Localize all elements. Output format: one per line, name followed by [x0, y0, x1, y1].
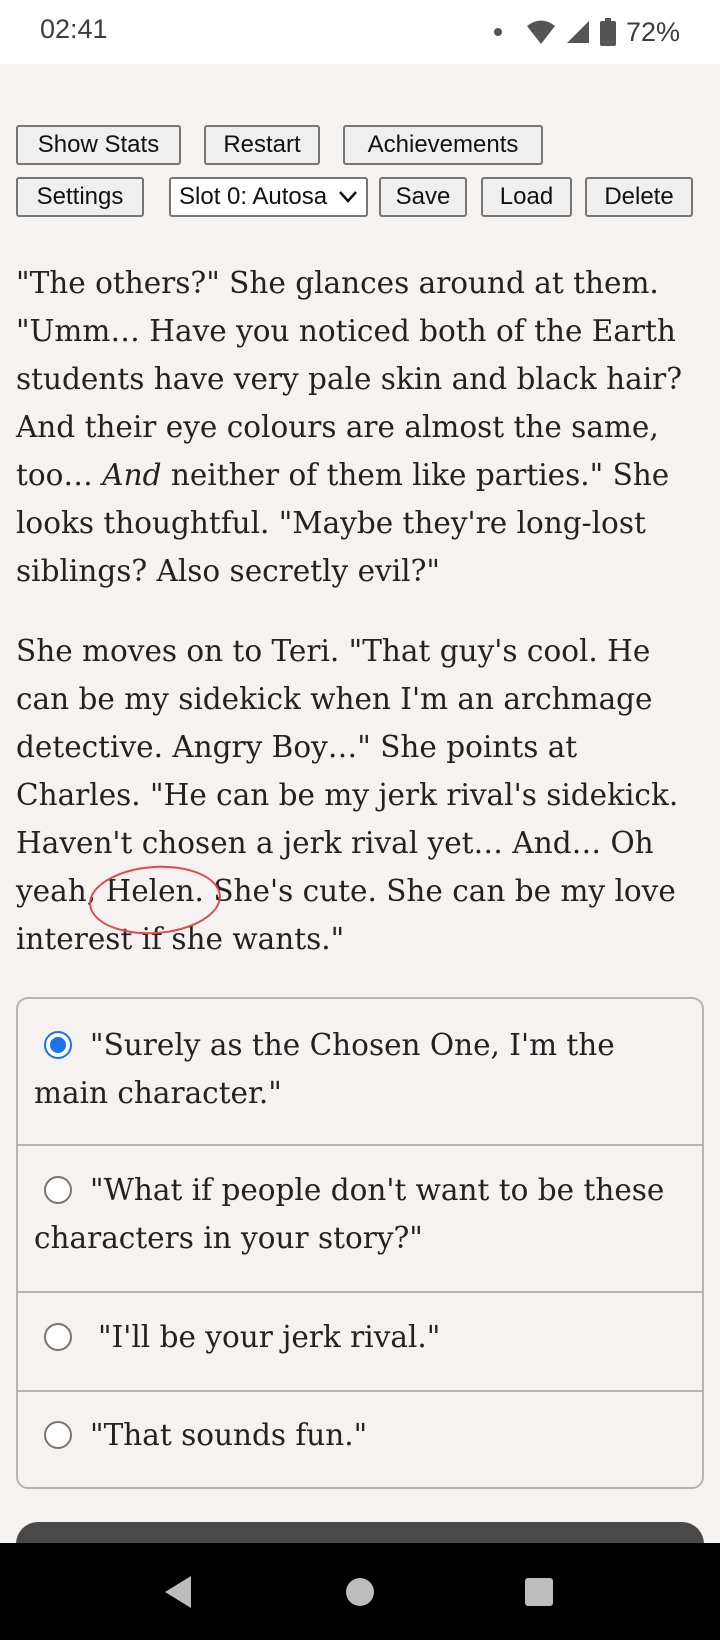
status-bar: 02:41 72%: [0, 0, 720, 64]
settings-button[interactable]: Settings: [16, 177, 144, 217]
highlighted-word: Helen.: [87, 861, 224, 939]
home-icon[interactable]: [345, 1577, 375, 1607]
navigation-bar: [0, 1543, 720, 1640]
restart-button[interactable]: Restart: [204, 125, 320, 165]
load-button[interactable]: Load: [481, 177, 572, 217]
choice-option[interactable]: "That sounds fun.": [18, 1392, 702, 1487]
chevron-down-icon: [339, 191, 357, 203]
story-text: She moves on to Teri. "That guy's cool. …: [16, 634, 679, 908]
choice-label: "Surely as the Chosen One, I'm the main …: [34, 1028, 615, 1110]
choice-label: "What if people don't want to be these c…: [34, 1173, 665, 1255]
choice-list: "Surely as the Chosen One, I'm the main …: [16, 997, 704, 1489]
signal-icon: [566, 21, 589, 43]
choice-option[interactable]: "I'll be your jerk rival.": [18, 1293, 702, 1392]
story-emphasis: And: [102, 458, 162, 492]
save-slot-value: Slot 0: Autosa: [179, 183, 328, 210]
battery-percent: 72%: [625, 16, 680, 47]
recents-icon[interactable]: [524, 1577, 554, 1607]
story-paragraph-1: "The others?" She glances around at them…: [16, 259, 706, 595]
show-stats-button[interactable]: Show Stats: [16, 125, 181, 165]
save-slot-select[interactable]: Slot 0: Autosa: [169, 177, 368, 217]
choice-label: "I'll be your jerk rival.": [98, 1320, 441, 1354]
achievements-button[interactable]: Achievements: [343, 125, 543, 165]
choice-option[interactable]: "Surely as the Chosen One, I'm the main …: [18, 999, 702, 1146]
notification-dot-icon: [493, 28, 502, 36]
delete-button[interactable]: Delete: [585, 177, 693, 217]
save-button[interactable]: Save: [379, 177, 467, 217]
choice-option[interactable]: "What if people don't want to be these c…: [18, 1146, 702, 1293]
choice-label: "That sounds fun.": [90, 1418, 368, 1452]
wifi-icon: [526, 20, 555, 44]
story-paragraph-2: She moves on to Teri. "That guy's cool. …: [16, 627, 706, 963]
battery-icon: [599, 18, 616, 46]
back-icon[interactable]: [163, 1575, 193, 1609]
highlighted-text: Helen.: [105, 874, 204, 908]
status-time: 02:41: [40, 14, 108, 44]
status-icons: 72%: [493, 14, 680, 50]
